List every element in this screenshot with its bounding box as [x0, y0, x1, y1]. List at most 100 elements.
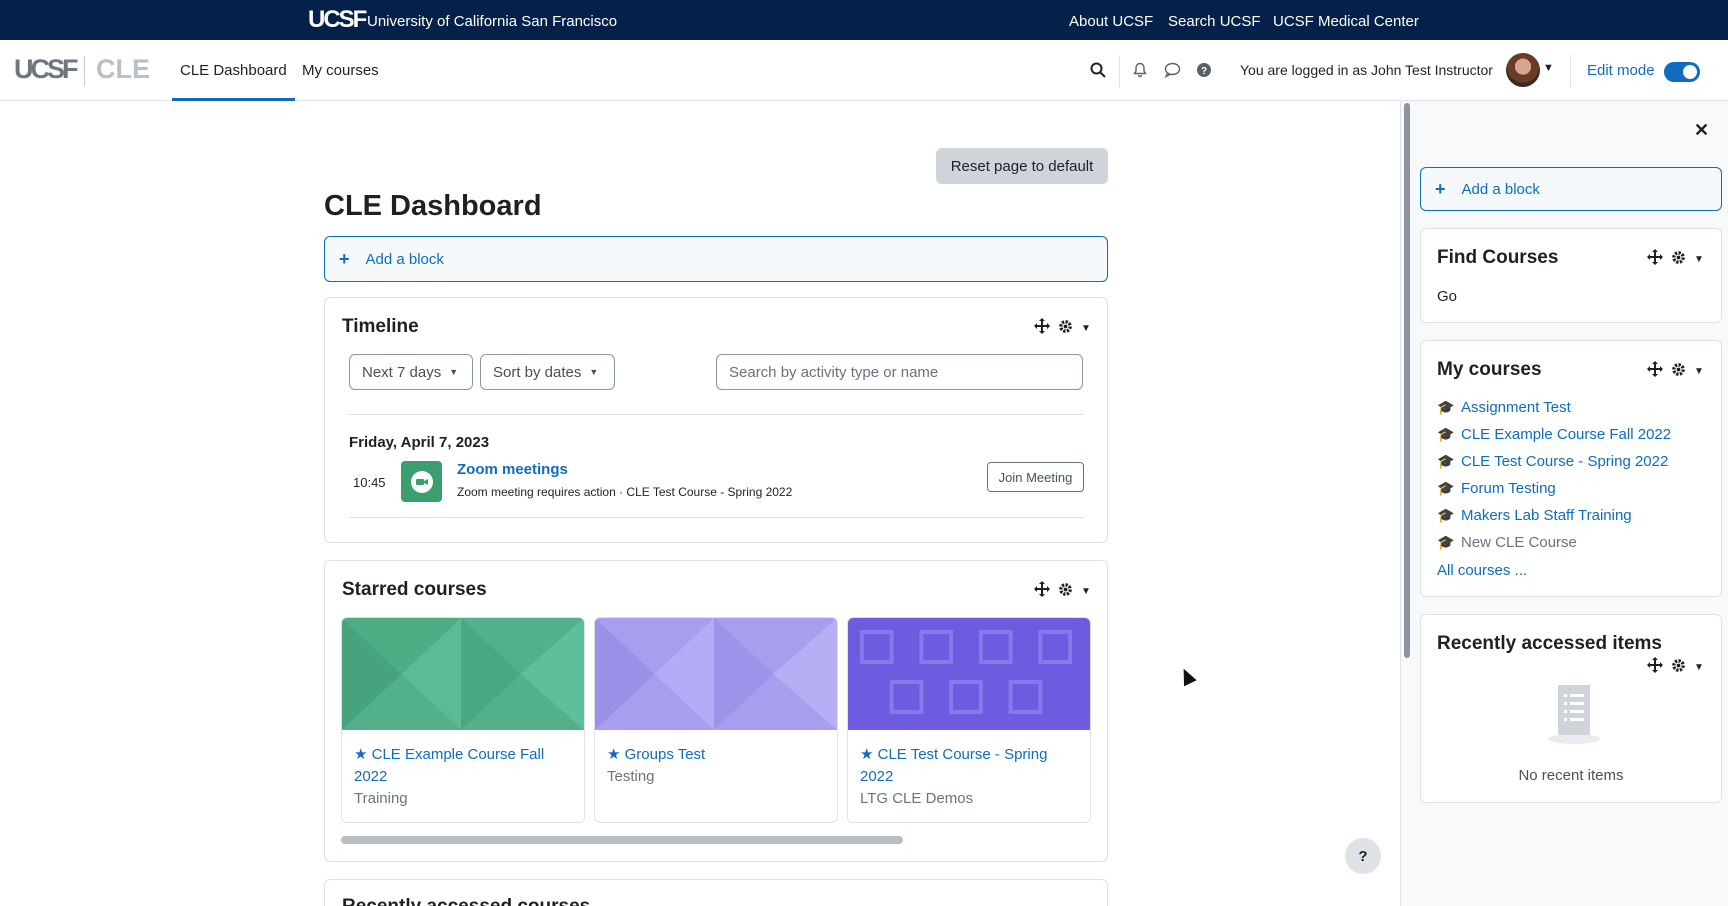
move-icon[interactable]: [1647, 361, 1663, 381]
event-detail: Zoom meeting requires action · CLE Test …: [457, 485, 793, 499]
graduation-cap-icon: 🎓: [1437, 399, 1455, 415]
graduation-cap-icon: 🎓: [1437, 426, 1455, 442]
my-course-item[interactable]: 🎓 Forum Testing: [1437, 480, 1556, 497]
ucsf-logo[interactable]: UCSF: [308, 6, 367, 34]
chevron-down-icon: ▼: [589, 367, 599, 377]
block-controls: ▼: [1034, 581, 1091, 601]
course-image[interactable]: [848, 618, 1090, 730]
university-name[interactable]: University of California San Francisco: [367, 13, 617, 30]
search-icon[interactable]: [1088, 60, 1108, 80]
chevron-down-icon: ▼: [449, 367, 459, 377]
nav-cle-dashboard[interactable]: CLE Dashboard: [172, 62, 295, 101]
horizontal-scroll-thumb[interactable]: [341, 836, 903, 844]
nav-divider: [1119, 55, 1120, 87]
starred-courses-title: Starred courses: [342, 579, 487, 600]
star-icon: ★: [860, 746, 874, 763]
bell-icon[interactable]: [1130, 60, 1150, 80]
ucsf-medical-center-link[interactable]: UCSF Medical Center: [1273, 13, 1419, 30]
page-title: CLE Dashboard: [324, 190, 542, 222]
find-courses-title: Find Courses: [1437, 247, 1559, 268]
course-card[interactable]: ★ Groups Test Testing: [594, 617, 838, 823]
course-name: Groups Test: [624, 746, 706, 763]
svg-text:?: ?: [1201, 66, 1207, 77]
course-category: Testing: [607, 768, 655, 785]
chevron-down-icon[interactable]: ▼: [1694, 254, 1704, 265]
chat-icon[interactable]: [1162, 60, 1182, 80]
chevron-down-icon[interactable]: ▼: [1543, 62, 1554, 74]
my-course-item[interactable]: 🎓 CLE Test Course - Spring 2022: [1437, 453, 1668, 470]
course-category: Training: [354, 790, 408, 807]
course-image[interactable]: [595, 618, 837, 730]
my-course-item[interactable]: 🎓 Assignment Test: [1437, 399, 1571, 416]
plus-icon: +: [339, 248, 350, 269]
graduation-cap-icon: 🎓: [1437, 480, 1455, 496]
chevron-down-icon[interactable]: ▼: [1081, 586, 1091, 597]
course-category: LTG CLE Demos: [860, 790, 974, 807]
timeline-search-input[interactable]: Search by activity type or name: [716, 354, 1083, 390]
find-courses-block: Find Courses ▼ Go: [1420, 228, 1722, 323]
reset-page-button[interactable]: Reset page to default: [936, 148, 1108, 184]
course-name-link[interactable]: ★ Groups Test: [607, 744, 827, 766]
chevron-down-icon[interactable]: ▼: [1694, 662, 1704, 673]
cle-brand-logo[interactable]: UCSF CLE: [14, 54, 150, 86]
add-block-button[interactable]: + Add a block: [324, 236, 1108, 282]
vertical-scrollbar[interactable]: [1404, 103, 1410, 658]
timeline-date-heading: Friday, April 7, 2023: [349, 434, 490, 451]
course-image[interactable]: [342, 618, 584, 730]
move-icon[interactable]: [1647, 249, 1663, 269]
help-button[interactable]: ?: [1345, 838, 1381, 874]
close-icon[interactable]: ✕: [1694, 120, 1709, 141]
my-course-item[interactable]: 🎓 New CLE Course: [1437, 534, 1577, 551]
my-course-label: Forum Testing: [1461, 480, 1556, 497]
gear-icon[interactable]: [1058, 582, 1073, 601]
divider: [349, 517, 1084, 518]
join-meeting-button[interactable]: Join Meeting: [987, 462, 1084, 492]
course-card[interactable]: ★ CLE Test Course - Spring 2022 LTG CLE …: [847, 617, 1091, 823]
day-filter-value: Next 7 days: [362, 363, 442, 381]
help-icon[interactable]: ?: [1194, 60, 1214, 80]
gear-icon[interactable]: [1058, 319, 1073, 338]
block-controls: ▼: [1034, 318, 1091, 338]
move-icon[interactable]: [1647, 657, 1663, 677]
chevron-down-icon[interactable]: ▼: [1694, 366, 1704, 377]
course-card[interactable]: ★ CLE Example Course Fall 2022 Training: [341, 617, 585, 823]
block-controls: ▼: [1647, 361, 1704, 381]
my-course-item[interactable]: 🎓 CLE Example Course Fall 2022: [1437, 426, 1671, 443]
edit-mode-label[interactable]: Edit mode: [1587, 62, 1655, 79]
course-name: CLE Test Course - Spring 2022: [860, 746, 1048, 785]
avatar[interactable]: [1506, 53, 1540, 87]
add-block-label: Add a block: [365, 250, 444, 268]
gear-icon[interactable]: [1671, 250, 1686, 269]
divider: [349, 414, 1084, 415]
graduation-cap-icon: 🎓: [1437, 507, 1455, 523]
mouse-cursor: [1177, 665, 1197, 687]
event-name-link[interactable]: Zoom meetings: [457, 461, 568, 478]
recent-courses-title: Recently accessed courses: [342, 896, 590, 906]
main-navbar: UCSF CLE CLE Dashboard My courses ? You …: [0, 40, 1728, 101]
block-controls: ▼: [1647, 657, 1704, 677]
search-ucsf-link[interactable]: Search UCSF: [1168, 13, 1261, 30]
move-icon[interactable]: [1034, 581, 1050, 601]
timeline-day-filter[interactable]: Next 7 days ▼: [349, 354, 473, 390]
go-button[interactable]: Go: [1437, 288, 1457, 305]
course-name-link[interactable]: ★ CLE Example Course Fall 2022: [354, 744, 574, 788]
timeline-sort-select[interactable]: Sort by dates ▼: [480, 354, 615, 390]
nav-my-courses[interactable]: My courses: [302, 62, 379, 79]
gear-icon[interactable]: [1671, 658, 1686, 677]
edit-mode-toggle[interactable]: [1664, 62, 1700, 82]
all-courses-link[interactable]: All courses ...: [1437, 562, 1527, 579]
course-name-link[interactable]: ★ CLE Test Course - Spring 2022: [860, 744, 1080, 788]
chevron-down-icon[interactable]: ▼: [1081, 323, 1091, 334]
recently-accessed-items-block: Recently accessed items ▼ No recent item…: [1420, 614, 1722, 803]
logged-in-user-text: You are logged in as John Test Instructo…: [1240, 62, 1493, 78]
drawer-add-block-button[interactable]: + Add a block: [1420, 167, 1722, 211]
gear-icon[interactable]: [1671, 362, 1686, 381]
recent-items-title: Recently accessed items: [1437, 633, 1662, 654]
about-ucsf-link[interactable]: About UCSF: [1069, 13, 1153, 30]
my-course-item[interactable]: 🎓 Makers Lab Staff Training: [1437, 507, 1632, 524]
brand-separator: [84, 56, 85, 86]
no-recent-items-text: No recent items: [1518, 767, 1624, 784]
move-icon[interactable]: [1034, 318, 1050, 338]
my-course-label: New CLE Course: [1461, 534, 1577, 551]
recently-accessed-courses-block: Recently accessed courses: [324, 879, 1108, 906]
